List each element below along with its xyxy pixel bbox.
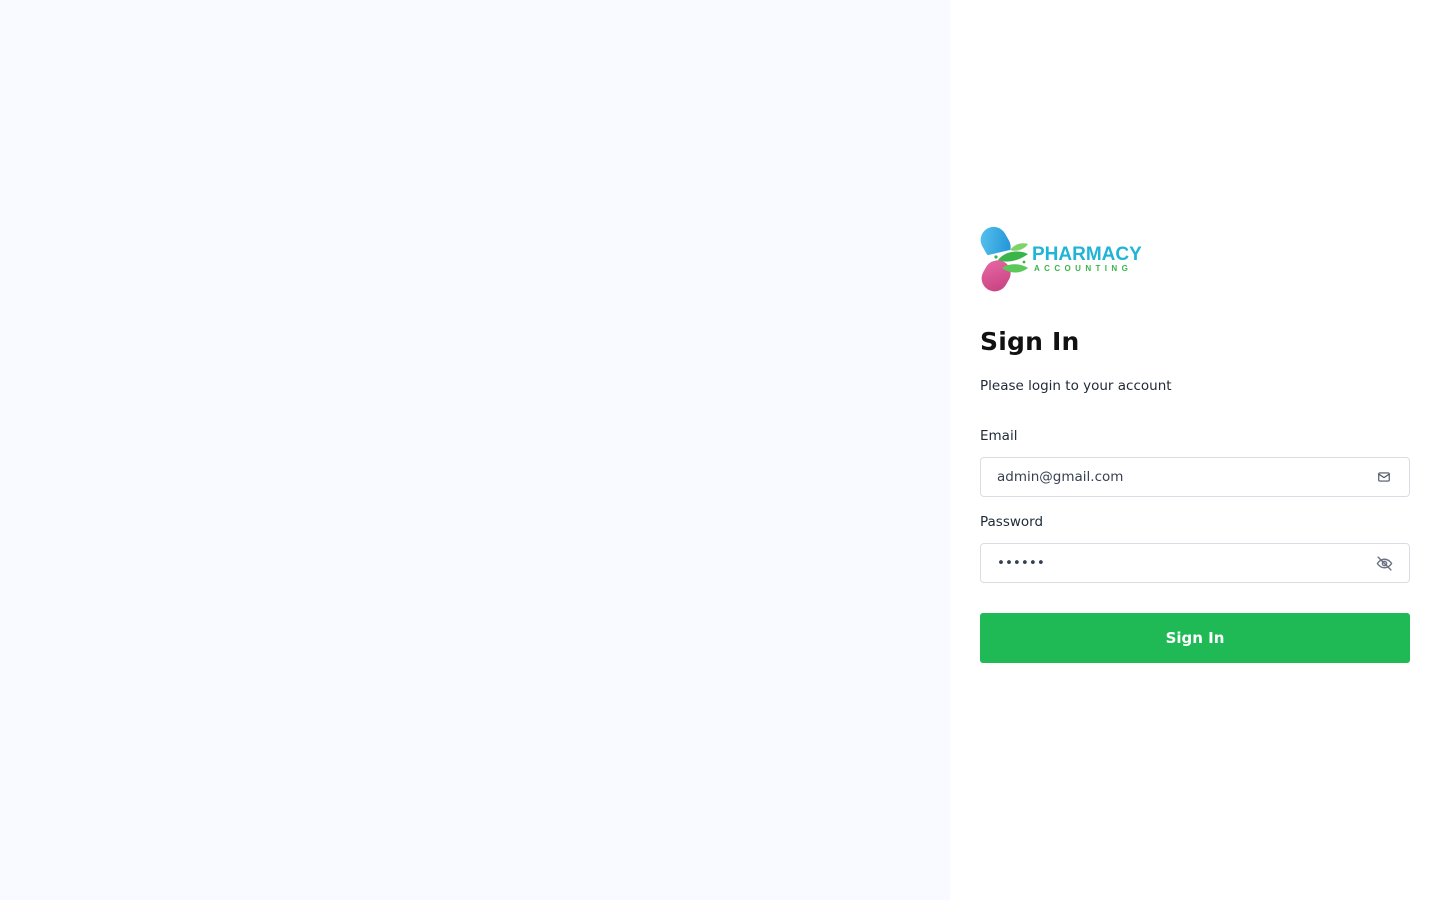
password-field-box — [980, 543, 1410, 583]
login-form: PHARMACY ACCOUNTING Sign In Please login… — [980, 224, 1410, 663]
email-field-box — [980, 457, 1410, 497]
email-label: Email — [980, 428, 1018, 444]
mail-icon — [1375, 468, 1393, 486]
brand-logo: PHARMACY ACCOUNTING — [980, 224, 1410, 294]
left-illustration-panel — [0, 0, 950, 900]
login-panel: PHARMACY ACCOUNTING Sign In Please login… — [950, 0, 1440, 900]
email-field[interactable] — [981, 458, 1409, 496]
sign-in-button[interactable]: Sign In — [980, 613, 1410, 663]
brand-wordmark: PHARMACY ACCOUNTING — [1032, 245, 1142, 274]
password-field[interactable] — [981, 544, 1409, 582]
brand-name: PHARMACY — [1032, 243, 1142, 265]
eye-off-icon[interactable] — [1375, 554, 1393, 572]
page-title: Sign In — [980, 327, 1080, 356]
password-label: Password — [980, 514, 1044, 530]
login-page: PHARMACY ACCOUNTING Sign In Please login… — [0, 0, 1440, 900]
capsule-leaf-icon — [980, 226, 1028, 292]
brand-tagline: ACCOUNTING — [1034, 263, 1133, 273]
page-subtitle: Please login to your account — [980, 378, 1172, 394]
